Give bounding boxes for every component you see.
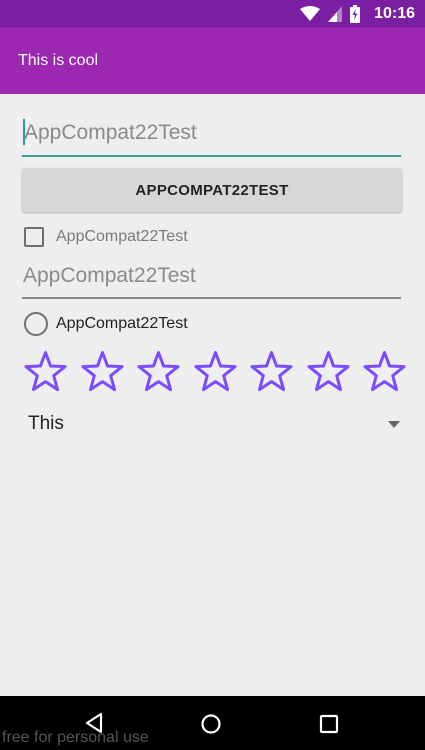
- star-icon[interactable]: [80, 350, 125, 394]
- home-icon[interactable]: [200, 713, 222, 735]
- star-icon[interactable]: [249, 350, 294, 394]
- edit-text-2-hint: AppCompat22Test: [23, 264, 196, 287]
- recents-icon[interactable]: [319, 714, 339, 734]
- star-icon[interactable]: [136, 350, 181, 394]
- checkbox-box-icon[interactable]: [24, 227, 44, 247]
- action-bar: This is cool: [0, 27, 425, 94]
- action-bar-title: This is cool: [18, 51, 99, 69]
- star-icon[interactable]: [23, 350, 68, 394]
- radio-circle-icon[interactable]: [24, 312, 48, 336]
- star-icon[interactable]: [193, 350, 238, 394]
- spinner-value: This: [28, 413, 64, 434]
- watermark-text: free for personal use: [2, 729, 149, 746]
- checkbox[interactable]: AppCompat22Test: [24, 225, 188, 249]
- checkbox-label: AppCompat22Test: [56, 228, 188, 245]
- star-icon[interactable]: [362, 350, 407, 394]
- radio-label: AppCompat22Test: [56, 315, 188, 332]
- radio-button[interactable]: AppCompat22Test: [24, 311, 188, 337]
- signal-icon: [328, 5, 343, 22]
- battery-charging-icon: [350, 4, 361, 23]
- star-icon[interactable]: [306, 350, 351, 394]
- edit-text-1-hint: AppCompat22Test: [24, 121, 197, 144]
- dropdown-arrow-icon: [388, 420, 400, 428]
- spinner[interactable]: This: [22, 405, 402, 443]
- edit-text-2[interactable]: AppCompat22Test: [22, 256, 401, 299]
- status-time: 10:16: [374, 4, 415, 22]
- wifi-icon: [300, 5, 321, 21]
- status-bar: 10:16: [0, 0, 425, 27]
- screen: 10:16 This is cool AppCompat22Test APPCO…: [0, 0, 425, 750]
- rating-bar[interactable]: [23, 350, 419, 394]
- appcompat-button[interactable]: APPCOMPAT22TEST: [22, 168, 402, 212]
- edit-text-1[interactable]: AppCompat22Test: [22, 113, 401, 157]
